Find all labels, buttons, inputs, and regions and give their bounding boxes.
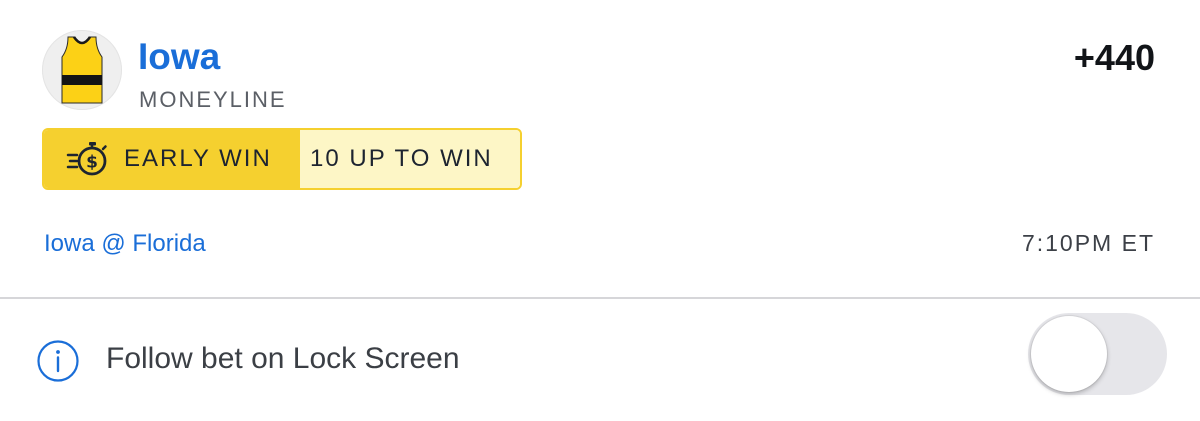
info-icon[interactable]: [36, 339, 80, 383]
team-avatar: [42, 30, 122, 110]
early-win-detail-segment: 10 UP TO WIN: [300, 130, 520, 188]
game-time: 7:10PM ET: [1021, 230, 1155, 256]
team-name[interactable]: Iowa: [138, 38, 220, 75]
jersey-icon: [61, 36, 103, 104]
bet-type-label: MONEYLINE: [139, 87, 287, 112]
toggle-knob: [1031, 316, 1107, 392]
matchup-link[interactable]: Iowa @ Florida: [44, 232, 206, 256]
follow-bet-row: Follow bet on Lock Screen: [0, 299, 1200, 421]
early-win-badge[interactable]: $ EARLY WIN 10 UP TO WIN: [42, 128, 522, 190]
svg-text:$: $: [86, 153, 98, 173]
follow-bet-label: Follow bet on Lock Screen: [106, 342, 460, 375]
early-win-label: EARLY WIN: [124, 145, 272, 172]
early-win-detail: 10 UP TO WIN: [310, 145, 493, 172]
bet-odds: +440: [1073, 37, 1155, 78]
lock-screen-toggle[interactable]: [1028, 313, 1167, 395]
early-win-label-segment: $ EARLY WIN: [44, 130, 300, 188]
stopwatch-dollar-icon: $: [66, 142, 107, 176]
